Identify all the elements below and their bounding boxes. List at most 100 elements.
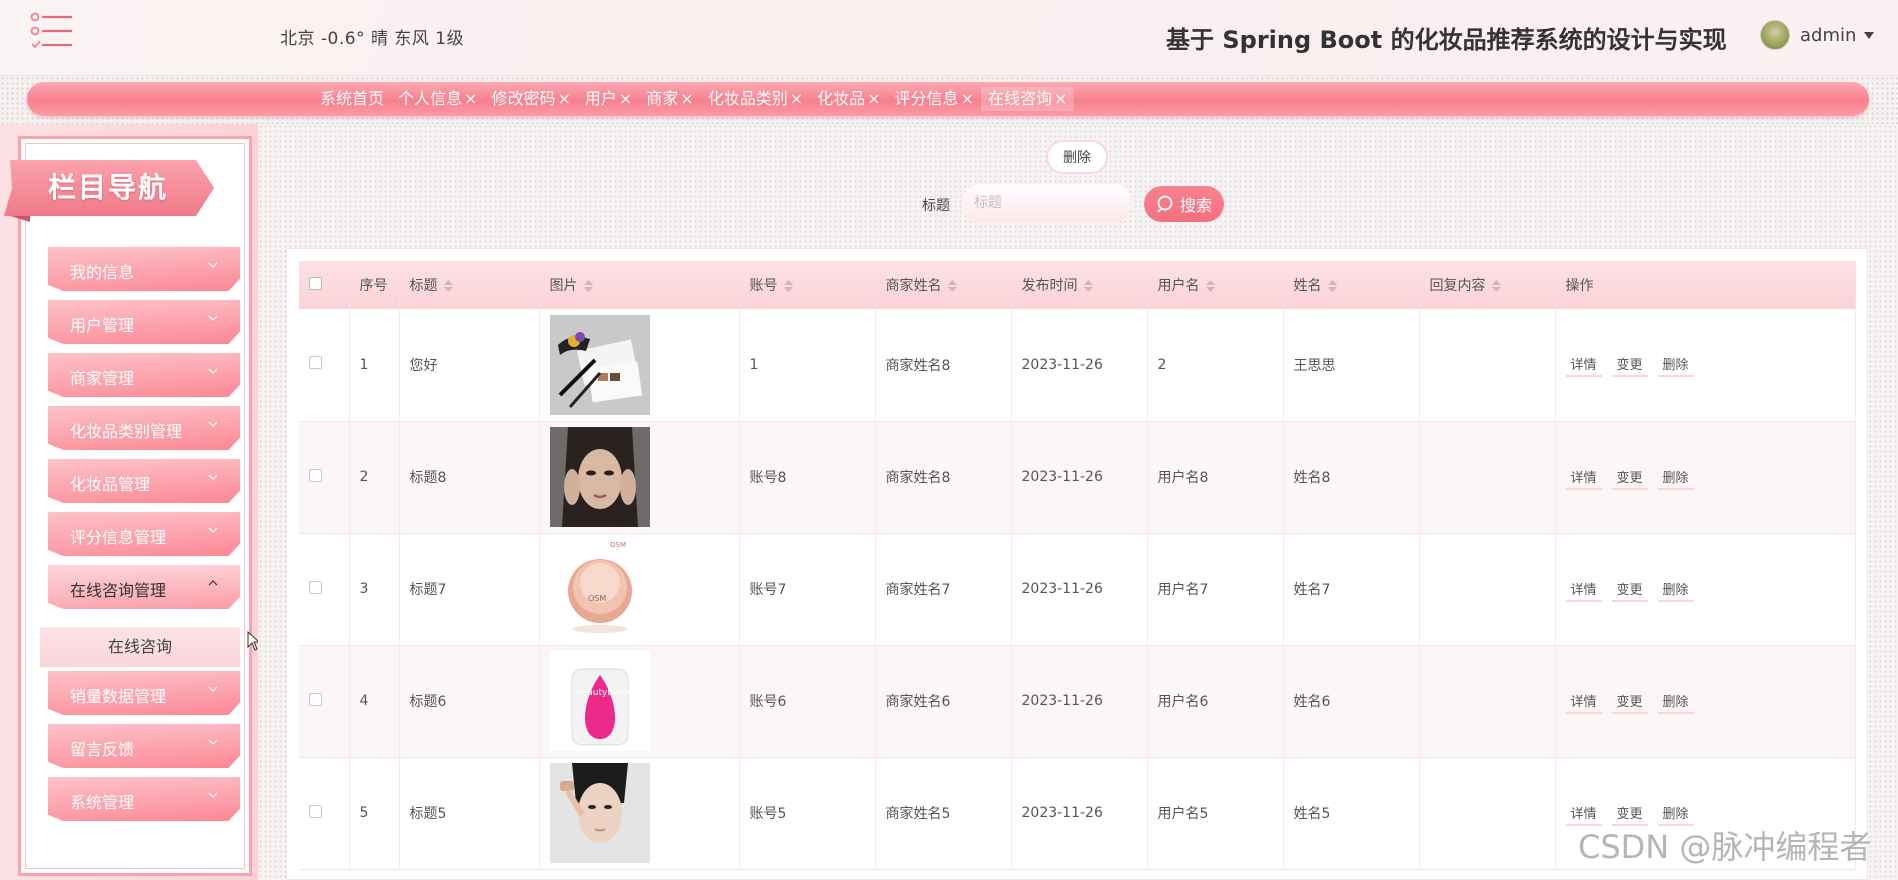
tab-7[interactable]: 评分信息 × <box>888 87 981 111</box>
column-header: 操作 <box>1555 261 1856 309</box>
sort-icon[interactable] <box>1327 280 1337 292</box>
column-header[interactable]: 商家姓名 <box>875 261 1012 309</box>
sidebar-item-6[interactable]: 在线咨询管理 <box>48 565 240 609</box>
chevron-down-icon <box>208 421 218 427</box>
header-select-all[interactable] <box>299 261 350 309</box>
sidebar-item-4[interactable]: 化妆品管理 <box>48 459 240 503</box>
cell-time: 2023-11-26 <box>1011 533 1148 646</box>
sidebar-item-3[interactable]: 化妆品类别管理 <box>48 406 240 450</box>
close-icon[interactable]: × <box>961 89 974 108</box>
row-checkbox[interactable] <box>309 804 322 818</box>
close-icon[interactable]: × <box>790 89 803 108</box>
sort-icon[interactable] <box>783 280 793 292</box>
sidebar-item-9[interactable]: 系统管理 <box>48 777 240 821</box>
detail-button[interactable]: 详情 <box>1565 352 1602 378</box>
column-header[interactable]: 姓名 <box>1283 261 1420 309</box>
column-header[interactable]: 用户名 <box>1147 261 1284 309</box>
tab-5[interactable]: 化妆品类别 × <box>701 87 810 111</box>
user-menu[interactable]: admin <box>1760 20 1875 50</box>
edit-button[interactable]: 变更 <box>1611 352 1648 378</box>
tab-label: 用户 <box>584 89 617 108</box>
tab-3[interactable]: 用户 × <box>578 87 639 111</box>
cell-time: 2023-11-26 <box>1011 309 1148 422</box>
cell-username: 用户名5 <box>1147 757 1284 870</box>
submenu-item-online-consult[interactable]: 在线咨询 <box>40 627 240 667</box>
table-row: 2 标题8 账号8 商家姓名8 2023-11-26 用户名8 姓名8 详情 变更 删除 <box>299 421 1856 534</box>
row-select-cell[interactable] <box>299 757 350 870</box>
beauty-blender-photo[interactable]: beautyblender <box>549 651 650 751</box>
sidebar-item-1[interactable]: 用户管理 <box>48 300 240 344</box>
edit-button[interactable]: 变更 <box>1611 577 1648 602</box>
batch-delete-button[interactable]: 删除 <box>1046 140 1108 174</box>
sidebar-item-2[interactable]: 商家管理 <box>48 353 240 397</box>
avatar[interactable] <box>1760 20 1790 50</box>
delete-button[interactable]: 删除 <box>1657 352 1694 378</box>
tab-2[interactable]: 修改密码 × <box>484 87 577 111</box>
column-header[interactable]: 图片 <box>539 261 740 309</box>
model-portrait-photo[interactable] <box>549 427 650 527</box>
sort-icon[interactable] <box>1083 280 1093 292</box>
menu-toggle-icon[interactable] <box>30 12 74 50</box>
close-icon[interactable]: × <box>680 89 693 108</box>
search-button[interactable]: 搜索 <box>1144 186 1224 222</box>
sort-icon[interactable] <box>1205 280 1215 292</box>
close-icon[interactable]: × <box>1054 89 1067 108</box>
cell-reply <box>1419 757 1556 870</box>
cream-jar-photo[interactable]: OSM OSM <box>549 539 650 639</box>
cell-account: 账号6 <box>739 645 876 758</box>
delete-button[interactable]: 删除 <box>1657 577 1694 602</box>
sidebar-item-7[interactable]: 销量数据管理 <box>48 671 240 715</box>
cell-title: 标题5 <box>399 757 540 870</box>
row-select-cell[interactable] <box>299 421 350 534</box>
close-icon[interactable]: × <box>557 89 570 108</box>
makeup-brushes-photo[interactable] <box>549 314 650 415</box>
row-checkbox[interactable] <box>309 356 322 370</box>
sidebar-item-8[interactable]: 留言反馈 <box>48 724 240 768</box>
cell-actions: 详情 变更 删除 <box>1555 421 1856 534</box>
cell-title: 标题8 <box>399 421 540 534</box>
row-checkbox[interactable] <box>309 580 322 594</box>
delete-button[interactable]: 删除 <box>1657 465 1694 490</box>
sort-icon[interactable] <box>1491 280 1501 292</box>
select-all-checkbox[interactable] <box>309 276 322 290</box>
tab-label: 系统首页 <box>320 89 385 108</box>
sidebar-item-0[interactable]: 我的信息 <box>48 247 240 291</box>
sidebar-item-5[interactable]: 评分信息管理 <box>48 512 240 556</box>
detail-button[interactable]: 详情 <box>1565 577 1602 602</box>
detail-button[interactable]: 详情 <box>1565 689 1602 714</box>
title-search-input[interactable] <box>962 184 1132 222</box>
table-header-row: 序号 标题 图片 账号 商家姓名 发布时间 用户名 姓名 回复内容 操作 <box>299 261 1856 309</box>
tab-8[interactable]: 在线咨询 × <box>980 87 1075 111</box>
cell-image <box>539 421 740 534</box>
caret-down-icon[interactable] <box>1864 31 1875 39</box>
chevron-down-icon <box>208 368 218 374</box>
close-icon[interactable]: × <box>619 89 632 108</box>
row-select-cell[interactable] <box>299 309 350 422</box>
skincare-model-photo[interactable] <box>549 763 650 863</box>
row-select-cell[interactable] <box>299 645 350 758</box>
sort-icon[interactable] <box>443 280 453 292</box>
tab-1[interactable]: 个人信息 × <box>391 87 484 111</box>
close-icon[interactable]: × <box>464 89 477 108</box>
tab-0[interactable]: 系统首页 <box>313 87 391 111</box>
row-select-cell[interactable] <box>299 533 350 646</box>
cell-actions: 详情 变更 删除 <box>1555 309 1856 422</box>
detail-button[interactable]: 详情 <box>1565 465 1602 490</box>
column-header[interactable]: 发布时间 <box>1011 261 1148 309</box>
tab-4[interactable]: 商家 × <box>639 87 700 111</box>
sort-icon[interactable] <box>583 280 593 292</box>
edit-button[interactable]: 变更 <box>1611 689 1648 714</box>
row-checkbox[interactable] <box>309 692 322 706</box>
edit-button[interactable]: 变更 <box>1611 465 1648 490</box>
user-name[interactable]: admin <box>1800 25 1856 46</box>
column-header[interactable]: 账号 <box>739 261 876 309</box>
close-icon[interactable]: × <box>867 89 880 108</box>
sort-icon[interactable] <box>947 280 957 292</box>
delete-button[interactable]: 删除 <box>1657 689 1694 714</box>
table-row: 1 您好 1 商家姓名8 2023-11-26 2 王思思 详情 变更 删除 <box>299 309 1856 422</box>
column-header[interactable]: 回复内容 <box>1419 261 1556 309</box>
cell-time: 2023-11-26 <box>1011 421 1148 534</box>
tab-6[interactable]: 化妆品 × <box>810 87 887 111</box>
column-header[interactable]: 标题 <box>399 261 540 309</box>
row-checkbox[interactable] <box>309 468 322 482</box>
